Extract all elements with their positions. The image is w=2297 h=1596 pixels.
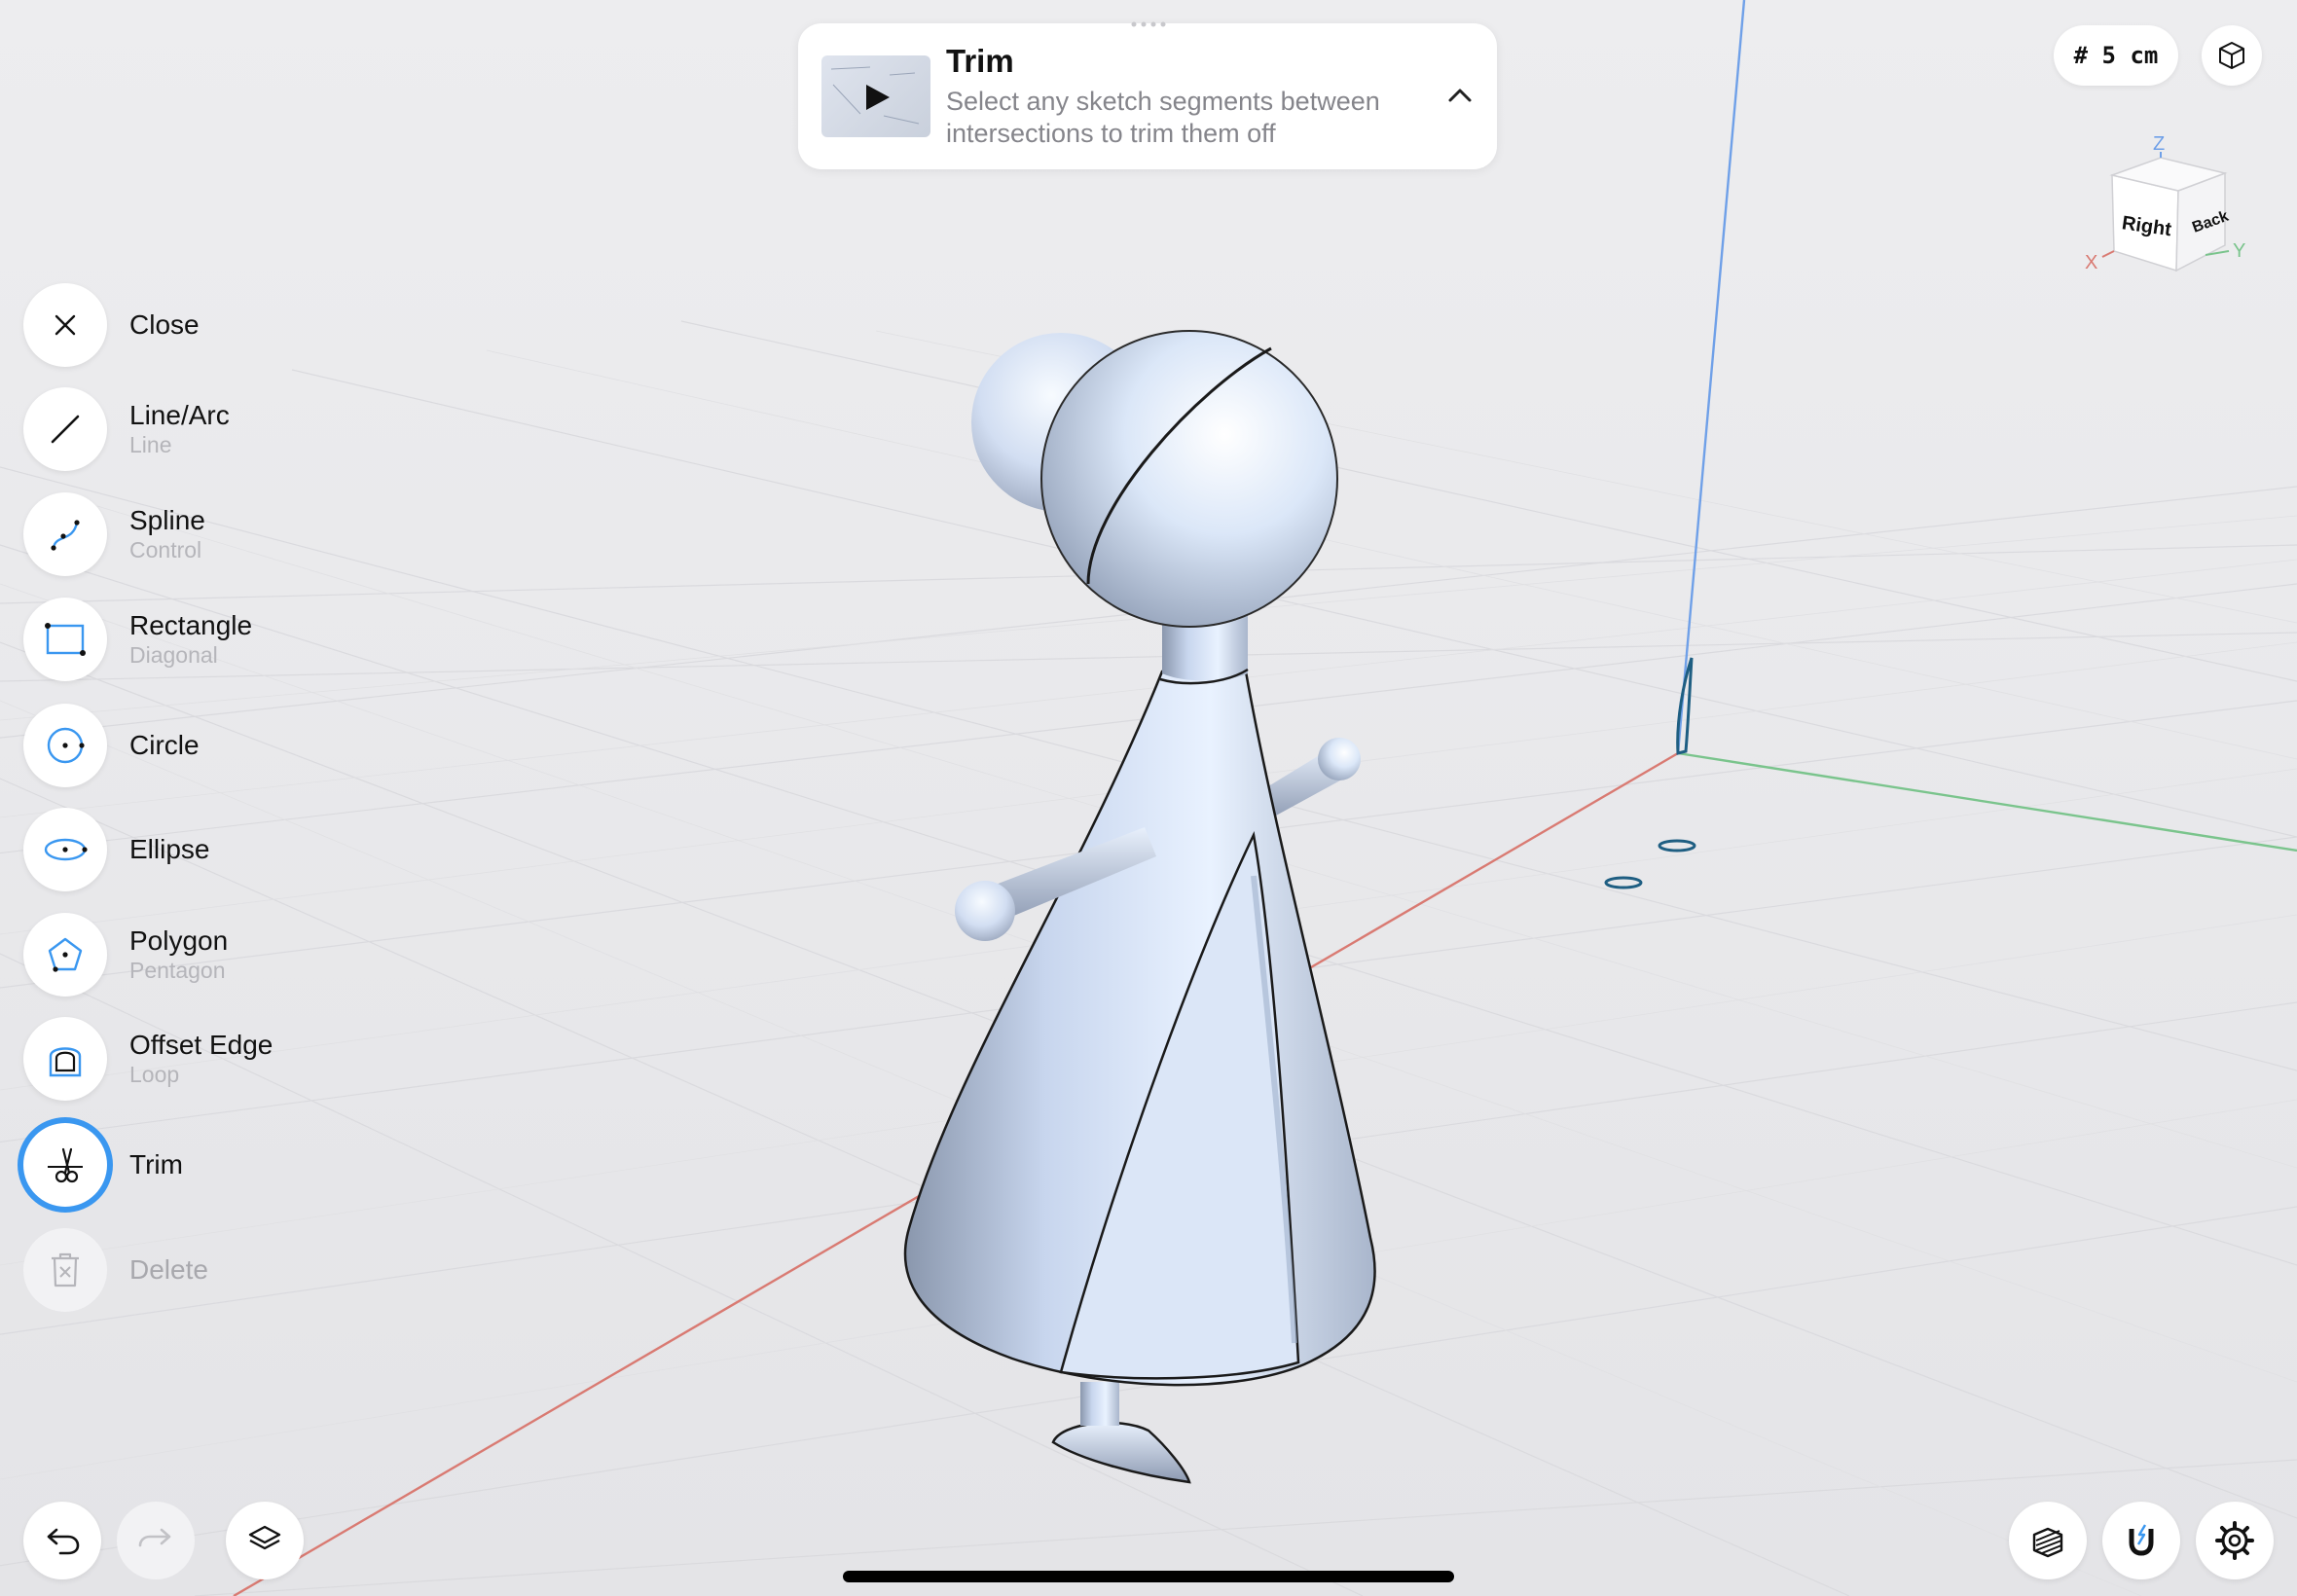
line-arc-button[interactable] [23, 387, 107, 471]
layers-button[interactable] [226, 1502, 304, 1579]
tool-label: Rectangle [129, 610, 253, 640]
hint-video-thumbnail[interactable] [821, 55, 930, 137]
tool-trim[interactable]: Trim [23, 1122, 471, 1208]
tool-label: Ellipse [129, 834, 210, 864]
tool-polygon[interactable]: Polygon Pentagon [23, 912, 471, 998]
scissors-icon [48, 1147, 83, 1183]
hint-title: Trim [946, 43, 1014, 79]
hint-description: Select any sketch segments between inter… [946, 87, 1380, 148]
ellipse-button[interactable] [23, 808, 107, 891]
layers-icon [248, 1525, 281, 1550]
delete-button[interactable] [23, 1228, 107, 1312]
tool-label: Delete [129, 1254, 208, 1285]
view-cube-x-label: X [2085, 252, 2097, 273]
tool-close[interactable]: Close [23, 282, 471, 368]
tool-spline[interactable]: Spline Control [23, 491, 471, 577]
close-button[interactable] [23, 283, 107, 367]
tool-label: Offset Edge [129, 1030, 273, 1060]
spline-button[interactable] [23, 492, 107, 576]
undo-icon [47, 1528, 80, 1555]
tool-sublabel: Pentagon [129, 958, 226, 983]
line-icon [51, 415, 80, 444]
chevron-up-icon[interactable] [1442, 78, 1477, 113]
tool-label: Line/Arc [129, 400, 230, 430]
view-cube-z-label: Z [2153, 133, 2165, 155]
view-mode-button[interactable] [2202, 25, 2262, 86]
rectangle-icon [45, 623, 86, 656]
grid-size-label: # 5 cm [2073, 42, 2159, 69]
tool-rectangle[interactable]: Rectangle Diagonal [23, 597, 471, 682]
trim-button[interactable] [23, 1123, 107, 1207]
ellipse-icon [44, 838, 88, 861]
rectangle-button[interactable] [23, 598, 107, 681]
section-view-button[interactable] [2009, 1502, 2087, 1579]
circle-button[interactable] [23, 704, 107, 787]
grid-size-button[interactable]: # 5 cm [2054, 25, 2178, 86]
settings-button[interactable] [2196, 1502, 2274, 1579]
tool-sublabel: Line [129, 432, 172, 457]
home-indicator[interactable] [843, 1571, 1454, 1582]
tool-label: Polygon [129, 925, 229, 956]
tool-circle[interactable]: Circle [23, 703, 471, 788]
view-cube-y-label: Y [2233, 240, 2245, 262]
model-hand[interactable] [1318, 738, 1361, 780]
model-head[interactable] [1040, 330, 1338, 628]
circle-icon [47, 727, 85, 764]
offset-edge-icon [49, 1047, 82, 1077]
offset-edge-button[interactable] [23, 1017, 107, 1101]
3d-box-icon [2219, 42, 2244, 69]
redo-button[interactable] [117, 1502, 195, 1579]
tool-label: Circle [129, 730, 200, 760]
tool-ellipse[interactable]: Ellipse [23, 807, 471, 892]
tool-sublabel: Control [129, 537, 202, 562]
tool-label: Trim [129, 1149, 183, 1179]
drag-handle[interactable] [1129, 21, 1168, 27]
3d-viewport[interactable]: Right Back X Y Z [0, 0, 2297, 1596]
tool-label: Spline [129, 505, 205, 535]
close-icon [55, 314, 76, 336]
trash-icon [52, 1252, 79, 1288]
tool-label: Close [129, 309, 200, 340]
redo-icon [138, 1528, 171, 1547]
tool-delete[interactable]: Delete [23, 1227, 471, 1313]
play-icon[interactable] [821, 55, 930, 137]
settings-gear-icon [2215, 1521, 2254, 1560]
section-view-icon [2032, 1527, 2063, 1558]
tool-hint-card: Trim Select any sketch segments between … [798, 23, 1497, 169]
snap-magnet-icon [2129, 1524, 2154, 1556]
model-hand[interactable] [955, 881, 1015, 941]
model-leg[interactable] [1080, 1382, 1119, 1426]
tool-offset-edge[interactable]: Offset Edge Loop [23, 1016, 471, 1102]
snap-toggle-button[interactable] [2102, 1502, 2180, 1579]
polygon-button[interactable] [23, 913, 107, 997]
spline-icon [51, 520, 80, 551]
tool-line-arc[interactable]: Line/Arc Line [23, 386, 471, 472]
pentagon-icon [48, 937, 83, 972]
undo-button[interactable] [23, 1502, 101, 1579]
tool-sublabel: Loop [129, 1062, 180, 1087]
tool-sublabel: Diagonal [129, 642, 218, 668]
